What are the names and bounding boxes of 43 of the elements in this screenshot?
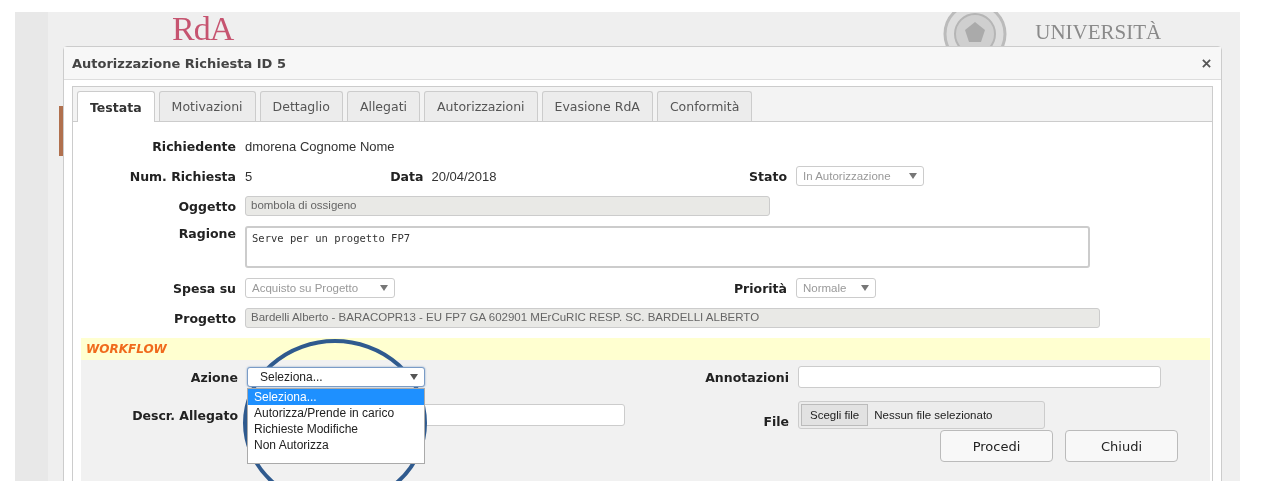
choose-file-button[interactable]: Scegli file (801, 404, 869, 426)
reason-field[interactable]: Serve per un progetto FP7 (245, 226, 1090, 268)
accent-bar (59, 106, 63, 156)
tab[interactable]: Autorizzazioni (424, 91, 538, 121)
tab[interactable]: Allegati (346, 91, 421, 121)
university-name: UNIVERSITÀ (1035, 20, 1162, 45)
close-icon[interactable] (1202, 58, 1211, 68)
tab[interactable]: Conformità (656, 91, 753, 121)
field-label: Oggetto (177, 198, 236, 214)
field-value: 5 (245, 168, 253, 184)
caret-icon (410, 374, 418, 380)
caret-icon (909, 173, 917, 179)
dropdown-option[interactable]: Richieste Modifiche (248, 421, 424, 437)
tab[interactable]: Evasione RdA (541, 91, 653, 121)
file-status: Nessun file selezionato (874, 409, 993, 421)
action-select[interactable]: Seleziona... (247, 367, 425, 387)
field-label: Stato (748, 168, 787, 184)
section-title: WORKFLOW (86, 342, 167, 356)
field-label: File (762, 414, 789, 429)
field-label: Ragione (177, 226, 236, 241)
field-label: Spesa su (172, 280, 236, 296)
field-label: Annotazioni (704, 369, 789, 385)
dropdown-option[interactable]: Autorizza/Prende in carico (248, 405, 424, 421)
dropdown-option[interactable]: Non Autorizza (248, 437, 424, 453)
field-label: Azione (189, 369, 238, 385)
notes-field[interactable] (798, 366, 1161, 388)
caret-icon (861, 285, 869, 291)
logo: RdA (172, 12, 234, 46)
field-label: Descr. Allegato (131, 407, 238, 423)
tab[interactable]: Testata (77, 91, 155, 122)
dialog-button[interactable]: Chiudi (1065, 430, 1178, 462)
tab[interactable]: Dettaglio (259, 91, 343, 121)
dialog-button[interactable]: Procedi (940, 430, 1053, 462)
field-value: 20/04/2018 (431, 168, 497, 184)
field-label: Data (390, 168, 424, 184)
caret-icon (380, 285, 388, 291)
field-label: Priorità (732, 280, 787, 296)
field-value: dmorena Cognome Nome (245, 138, 396, 154)
field-label: Richiedente (151, 138, 236, 154)
field-label: Progetto (173, 310, 236, 326)
dialog-title: Autorizzazione Richiesta ID 5 (72, 55, 286, 71)
field-label: Num. Richiesta (128, 168, 236, 184)
tab[interactable]: Motivazioni (158, 91, 256, 121)
